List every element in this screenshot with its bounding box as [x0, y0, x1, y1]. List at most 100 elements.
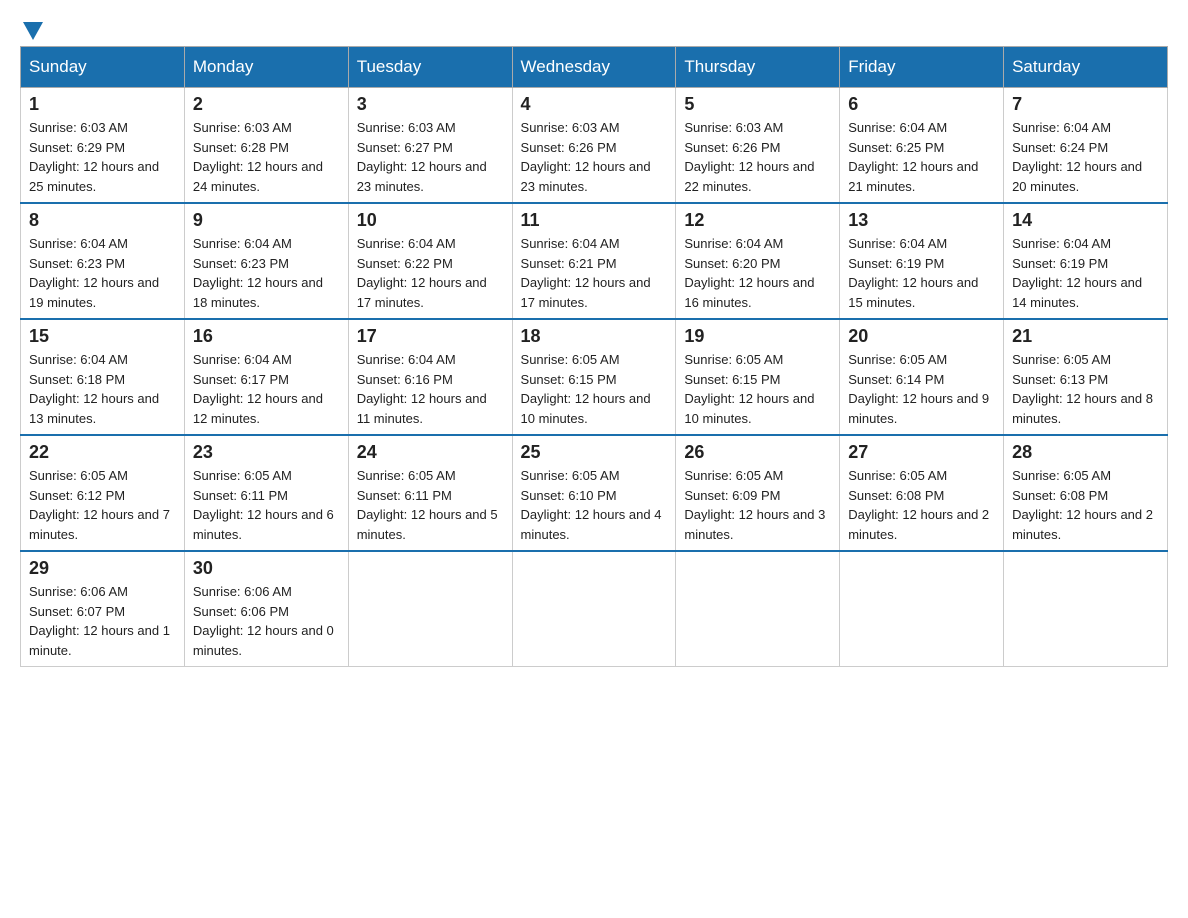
calendar-cell: 18Sunrise: 6:05 AMSunset: 6:15 PMDayligh…: [512, 319, 676, 435]
day-info: Sunrise: 6:03 AMSunset: 6:26 PMDaylight:…: [684, 118, 831, 196]
day-number: 27: [848, 442, 995, 463]
calendar-cell: [1004, 551, 1168, 667]
calendar-cell: 8Sunrise: 6:04 AMSunset: 6:23 PMDaylight…: [21, 203, 185, 319]
day-info: Sunrise: 6:05 AMSunset: 6:15 PMDaylight:…: [684, 350, 831, 428]
day-number: 22: [29, 442, 176, 463]
day-info: Sunrise: 6:04 AMSunset: 6:20 PMDaylight:…: [684, 234, 831, 312]
calendar-cell: 12 Sunrise: 6:04 AMSunset: 6:20 PMDayligh…: [676, 203, 840, 319]
day-info: Sunrise: 6:04 AMSunset: 6:23 PMDaylight:…: [193, 234, 340, 312]
day-number: 19: [684, 326, 831, 347]
day-number: 9: [193, 210, 340, 231]
day-info: Sunrise: 6:04 AMSunset: 6:18 PMDaylight:…: [29, 350, 176, 428]
calendar-cell: 16 Sunrise: 6:04 AMSunset: 6:17 PMDayligh…: [184, 319, 348, 435]
logo: [20, 20, 43, 36]
day-info: Sunrise: 6:04 AMSunset: 6:24 PMDaylight:…: [1012, 118, 1159, 196]
day-info: Sunrise: 6:05 AMSunset: 6:12 PMDaylight:…: [29, 466, 176, 544]
calendar-cell: 4 Sunrise: 6:03 AMSunset: 6:26 PMDaylight…: [512, 88, 676, 204]
day-number: 26: [684, 442, 831, 463]
day-number: 13: [848, 210, 995, 231]
calendar-cell: 15 Sunrise: 6:04 AMSunset: 6:18 PMDayligh…: [21, 319, 185, 435]
week-row-5: 29 Sunrise: 6:06 AMSunset: 6:07 PMDayligh…: [21, 551, 1168, 667]
day-info: Sunrise: 6:06 AMSunset: 6:06 PMDaylight:…: [193, 582, 340, 660]
day-number: 7: [1012, 94, 1159, 115]
calendar-cell: 20 Sunrise: 6:05 AMSunset: 6:14 PMDayligh…: [840, 319, 1004, 435]
day-number: 8: [29, 210, 176, 231]
day-number: 10: [357, 210, 504, 231]
calendar-cell: [348, 551, 512, 667]
day-info: Sunrise: 6:03 AMSunset: 6:29 PMDaylight:…: [29, 118, 176, 196]
calendar-cell: 26Sunrise: 6:05 AMSunset: 6:09 PMDayligh…: [676, 435, 840, 551]
day-number: 28: [1012, 442, 1159, 463]
header: [20, 20, 1168, 36]
day-number: 20: [848, 326, 995, 347]
calendar-cell: 7 Sunrise: 6:04 AMSunset: 6:24 PMDaylight…: [1004, 88, 1168, 204]
calendar-cell: [840, 551, 1004, 667]
header-monday: Monday: [184, 47, 348, 88]
week-row-2: 8 Sunrise: 6:04 AMSunset: 6:23 PMDaylight…: [21, 203, 1168, 319]
day-number: 14: [1012, 210, 1159, 231]
calendar-cell: 25 Sunrise: 6:05 AMSunset: 6:10 PMDayligh…: [512, 435, 676, 551]
calendar-cell: [676, 551, 840, 667]
day-number: 16: [193, 326, 340, 347]
day-number: 30: [193, 558, 340, 579]
header-tuesday: Tuesday: [348, 47, 512, 88]
day-info: Sunrise: 6:04 AMSunset: 6:17 PMDaylight:…: [193, 350, 340, 428]
calendar-cell: [512, 551, 676, 667]
header-sunday: Sunday: [21, 47, 185, 88]
header-friday: Friday: [840, 47, 1004, 88]
calendar-cell: 1 Sunrise: 6:03 AMSunset: 6:29 PMDaylight…: [21, 88, 185, 204]
header-wednesday: Wednesday: [512, 47, 676, 88]
day-number: 15: [29, 326, 176, 347]
day-info: Sunrise: 6:04 AMSunset: 6:21 PMDaylight:…: [521, 234, 668, 312]
day-number: 5: [684, 94, 831, 115]
calendar-cell: 14 Sunrise: 6:04 AMSunset: 6:19 PMDayligh…: [1004, 203, 1168, 319]
day-info: Sunrise: 6:04 AMSunset: 6:19 PMDaylight:…: [1012, 234, 1159, 312]
week-row-3: 15 Sunrise: 6:04 AMSunset: 6:18 PMDayligh…: [21, 319, 1168, 435]
calendar-cell: 28 Sunrise: 6:05 AMSunset: 6:08 PMDayligh…: [1004, 435, 1168, 551]
day-info: Sunrise: 6:06 AMSunset: 6:07 PMDaylight:…: [29, 582, 176, 660]
header-thursday: Thursday: [676, 47, 840, 88]
calendar-cell: 21Sunrise: 6:05 AMSunset: 6:13 PMDayligh…: [1004, 319, 1168, 435]
week-row-1: 1 Sunrise: 6:03 AMSunset: 6:29 PMDaylight…: [21, 88, 1168, 204]
calendar-table: SundayMondayTuesdayWednesdayThursdayFrid…: [20, 46, 1168, 667]
calendar-cell: 27Sunrise: 6:05 AMSunset: 6:08 PMDayligh…: [840, 435, 1004, 551]
day-number: 12: [684, 210, 831, 231]
day-info: Sunrise: 6:04 AMSunset: 6:22 PMDaylight:…: [357, 234, 504, 312]
calendar-cell: 3 Sunrise: 6:03 AMSunset: 6:27 PMDaylight…: [348, 88, 512, 204]
day-info: Sunrise: 6:05 AMSunset: 6:11 PMDaylight:…: [357, 466, 504, 544]
day-info: Sunrise: 6:03 AMSunset: 6:27 PMDaylight:…: [357, 118, 504, 196]
day-number: 1: [29, 94, 176, 115]
calendar-cell: 23Sunrise: 6:05 AMSunset: 6:11 PMDayligh…: [184, 435, 348, 551]
day-number: 6: [848, 94, 995, 115]
day-number: 3: [357, 94, 504, 115]
calendar-cell: 10 Sunrise: 6:04 AMSunset: 6:22 PMDayligh…: [348, 203, 512, 319]
calendar-cell: 9 Sunrise: 6:04 AMSunset: 6:23 PMDaylight…: [184, 203, 348, 319]
day-number: 4: [521, 94, 668, 115]
day-number: 29: [29, 558, 176, 579]
day-info: Sunrise: 6:05 AMSunset: 6:15 PMDaylight:…: [521, 350, 668, 428]
day-number: 11: [521, 210, 668, 231]
day-info: Sunrise: 6:04 AMSunset: 6:25 PMDaylight:…: [848, 118, 995, 196]
day-info: Sunrise: 6:05 AMSunset: 6:14 PMDaylight:…: [848, 350, 995, 428]
calendar-cell: 11 Sunrise: 6:04 AMSunset: 6:21 PMDayligh…: [512, 203, 676, 319]
day-info: Sunrise: 6:04 AMSunset: 6:19 PMDaylight:…: [848, 234, 995, 312]
day-info: Sunrise: 6:05 AMSunset: 6:08 PMDaylight:…: [1012, 466, 1159, 544]
day-info: Sunrise: 6:05 AMSunset: 6:11 PMDaylight:…: [193, 466, 340, 544]
header-saturday: Saturday: [1004, 47, 1168, 88]
calendar-cell: 13 Sunrise: 6:04 AMSunset: 6:19 PMDayligh…: [840, 203, 1004, 319]
calendar-cell: 30 Sunrise: 6:06 AMSunset: 6:06 PMDayligh…: [184, 551, 348, 667]
logo-arrow-icon: [23, 22, 43, 40]
calendar-cell: 24 Sunrise: 6:05 AMSunset: 6:11 PMDayligh…: [348, 435, 512, 551]
calendar-cell: 5 Sunrise: 6:03 AMSunset: 6:26 PMDaylight…: [676, 88, 840, 204]
calendar-header-row: SundayMondayTuesdayWednesdayThursdayFrid…: [21, 47, 1168, 88]
day-number: 17: [357, 326, 504, 347]
day-number: 24: [357, 442, 504, 463]
day-info: Sunrise: 6:03 AMSunset: 6:26 PMDaylight:…: [521, 118, 668, 196]
day-number: 2: [193, 94, 340, 115]
day-info: Sunrise: 6:05 AMSunset: 6:10 PMDaylight:…: [521, 466, 668, 544]
week-row-4: 22 Sunrise: 6:05 AMSunset: 6:12 PMDayligh…: [21, 435, 1168, 551]
day-info: Sunrise: 6:05 AMSunset: 6:13 PMDaylight:…: [1012, 350, 1159, 428]
day-number: 25: [521, 442, 668, 463]
calendar-cell: 29 Sunrise: 6:06 AMSunset: 6:07 PMDayligh…: [21, 551, 185, 667]
calendar-cell: 19 Sunrise: 6:05 AMSunset: 6:15 PMDayligh…: [676, 319, 840, 435]
